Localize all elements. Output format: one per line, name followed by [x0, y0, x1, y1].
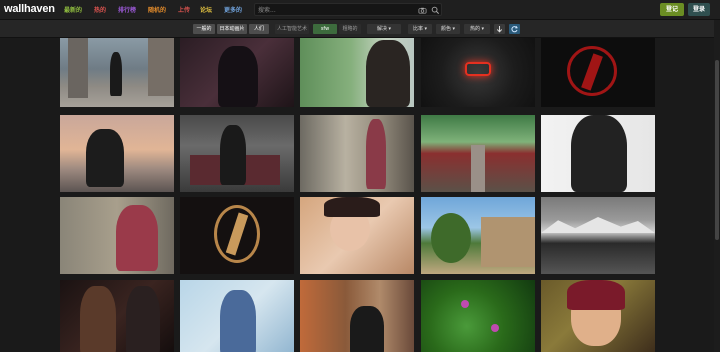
scrollbar-thumb[interactable]	[715, 60, 719, 240]
wallpaper-thumb[interactable]	[60, 38, 174, 107]
wallpaper-thumb[interactable]	[300, 38, 414, 107]
wallpaper-thumb[interactable]	[541, 115, 655, 192]
filter-bar: 一般的 日本动画片 人们 人工智能艺术 sfw 粗略的 解决 ▾ 比率 ▾ 颜色…	[0, 20, 720, 38]
nav-more[interactable]: 更多的	[224, 5, 242, 14]
resolution-dropdown[interactable]: 解决 ▾	[367, 24, 401, 34]
wallpaper-thumb[interactable]	[541, 197, 655, 274]
filter-general[interactable]: 一般的	[193, 24, 215, 34]
wallpaper-thumb[interactable]	[60, 197, 174, 274]
wallpaper-thumb[interactable]	[421, 38, 535, 107]
filter-sfw[interactable]: sfw	[313, 24, 337, 34]
nav-toplist[interactable]: 排行榜	[118, 5, 136, 14]
refresh-icon	[511, 25, 518, 33]
ratio-dropdown[interactable]: 比率 ▾	[408, 24, 432, 34]
filter-people[interactable]: 人们	[249, 24, 269, 34]
filter-sketchy[interactable]: 粗略的	[339, 24, 361, 34]
filter-anime[interactable]: 日本动画片	[217, 24, 247, 34]
ratio-label: 比率	[412, 26, 423, 32]
wallpaper-thumb[interactable]	[421, 280, 535, 352]
arrow-down-icon	[496, 26, 503, 33]
wallpaper-thumb[interactable]	[300, 280, 414, 352]
wallpaper-thumb[interactable]	[300, 115, 414, 192]
wallpaper-thumb[interactable]	[421, 115, 535, 192]
wallpaper-thumb[interactable]	[180, 197, 294, 274]
wallpaper-thumb[interactable]	[60, 280, 174, 352]
scrollbar[interactable]	[714, 20, 720, 352]
sort-dropdown[interactable]: 热的 ▾	[464, 24, 490, 34]
color-label: 颜色	[440, 26, 451, 32]
search-box[interactable]	[254, 3, 442, 16]
nav-random[interactable]: 随机的	[148, 5, 166, 14]
camera-icon[interactable]	[418, 6, 427, 15]
wallpaper-thumb[interactable]	[541, 38, 655, 107]
wallpaper-thumb[interactable]	[180, 280, 294, 352]
top-header: wallhaven 最新的 热的 排行榜 随机的 上传 论坛 更多的 登记 登录	[0, 0, 720, 20]
resolution-label: 解决	[376, 26, 387, 32]
register-button[interactable]: 登记	[660, 3, 684, 16]
wallpaper-thumb[interactable]	[300, 197, 414, 274]
login-button[interactable]: 登录	[688, 3, 710, 16]
wallpaper-thumb[interactable]	[180, 115, 294, 192]
sort-order-button[interactable]	[494, 24, 505, 34]
nav-upload[interactable]: 上传	[178, 5, 190, 14]
search-input[interactable]	[258, 6, 408, 14]
filter-ai-art[interactable]: 人工智能艺术	[275, 24, 309, 34]
color-dropdown[interactable]: 颜色 ▾	[436, 24, 460, 34]
wallpaper-thumb[interactable]	[421, 197, 535, 274]
wallpaper-thumb[interactable]	[541, 280, 655, 352]
site-logo[interactable]: wallhaven	[4, 3, 55, 15]
wallpaper-thumb[interactable]	[60, 115, 174, 192]
search-icon[interactable]	[431, 6, 440, 15]
nav-hot[interactable]: 热的	[94, 5, 106, 14]
wallpaper-thumb[interactable]	[180, 38, 294, 107]
sort-label: 热的	[469, 26, 480, 32]
wallpaper-grid	[0, 38, 720, 352]
nav-forums[interactable]: 论坛	[200, 5, 212, 14]
refresh-button[interactable]	[509, 24, 520, 34]
nav-latest[interactable]: 最新的	[64, 5, 82, 14]
